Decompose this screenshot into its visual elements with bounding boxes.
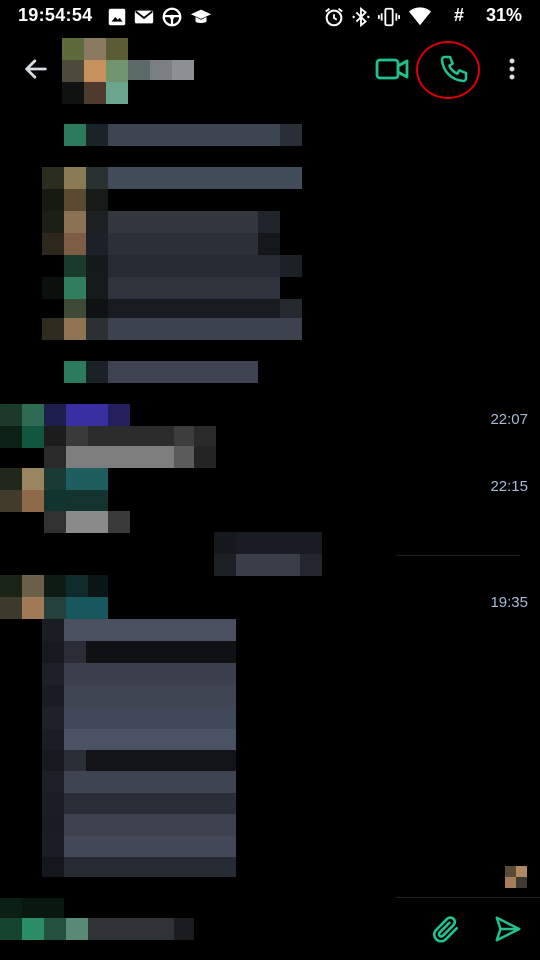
send-icon <box>495 916 521 942</box>
mail-icon <box>133 6 155 28</box>
chat-app-bar <box>0 34 540 104</box>
message-timestamp: 22:07 <box>490 411 528 428</box>
alarm-icon <box>323 6 345 28</box>
phone-icon <box>440 55 468 83</box>
video-call-button[interactable] <box>374 52 410 86</box>
composer-divider <box>396 897 540 898</box>
message-timestamp: 22:15 <box>490 478 528 495</box>
graduation-cap-icon <box>190 6 212 28</box>
paperclip-icon <box>433 916 458 943</box>
contact-name[interactable] <box>128 60 194 80</box>
wifi-icon <box>407 6 433 28</box>
voice-call-button[interactable] <box>432 50 476 88</box>
network-indicator: # <box>454 5 465 25</box>
message-timestamp: 19:35 <box>490 594 528 611</box>
send-button[interactable] <box>488 910 528 948</box>
back-button[interactable] <box>18 52 54 86</box>
chat-screen: 19:54:54 # 31% 22:07 22:15 19:35 <box>0 0 540 960</box>
status-time: 19:54:54 <box>18 5 93 25</box>
image-icon <box>106 6 128 28</box>
arrow-left-icon <box>25 59 47 79</box>
video-camera-icon <box>375 58 409 80</box>
contact-avatar[interactable] <box>62 38 130 106</box>
bluetooth-icon <box>350 6 372 28</box>
attach-button[interactable] <box>428 910 464 948</box>
vibrate-icon <box>378 6 400 28</box>
sticker-thumbnail[interactable] <box>505 866 527 888</box>
message-divider <box>396 555 520 556</box>
status-bar: 19:54:54 # 31% <box>0 0 540 34</box>
more-vert-icon <box>509 58 515 80</box>
more-options-button[interactable] <box>498 52 526 86</box>
steering-wheel-icon <box>161 6 183 28</box>
battery-percent: 31% <box>486 5 523 25</box>
